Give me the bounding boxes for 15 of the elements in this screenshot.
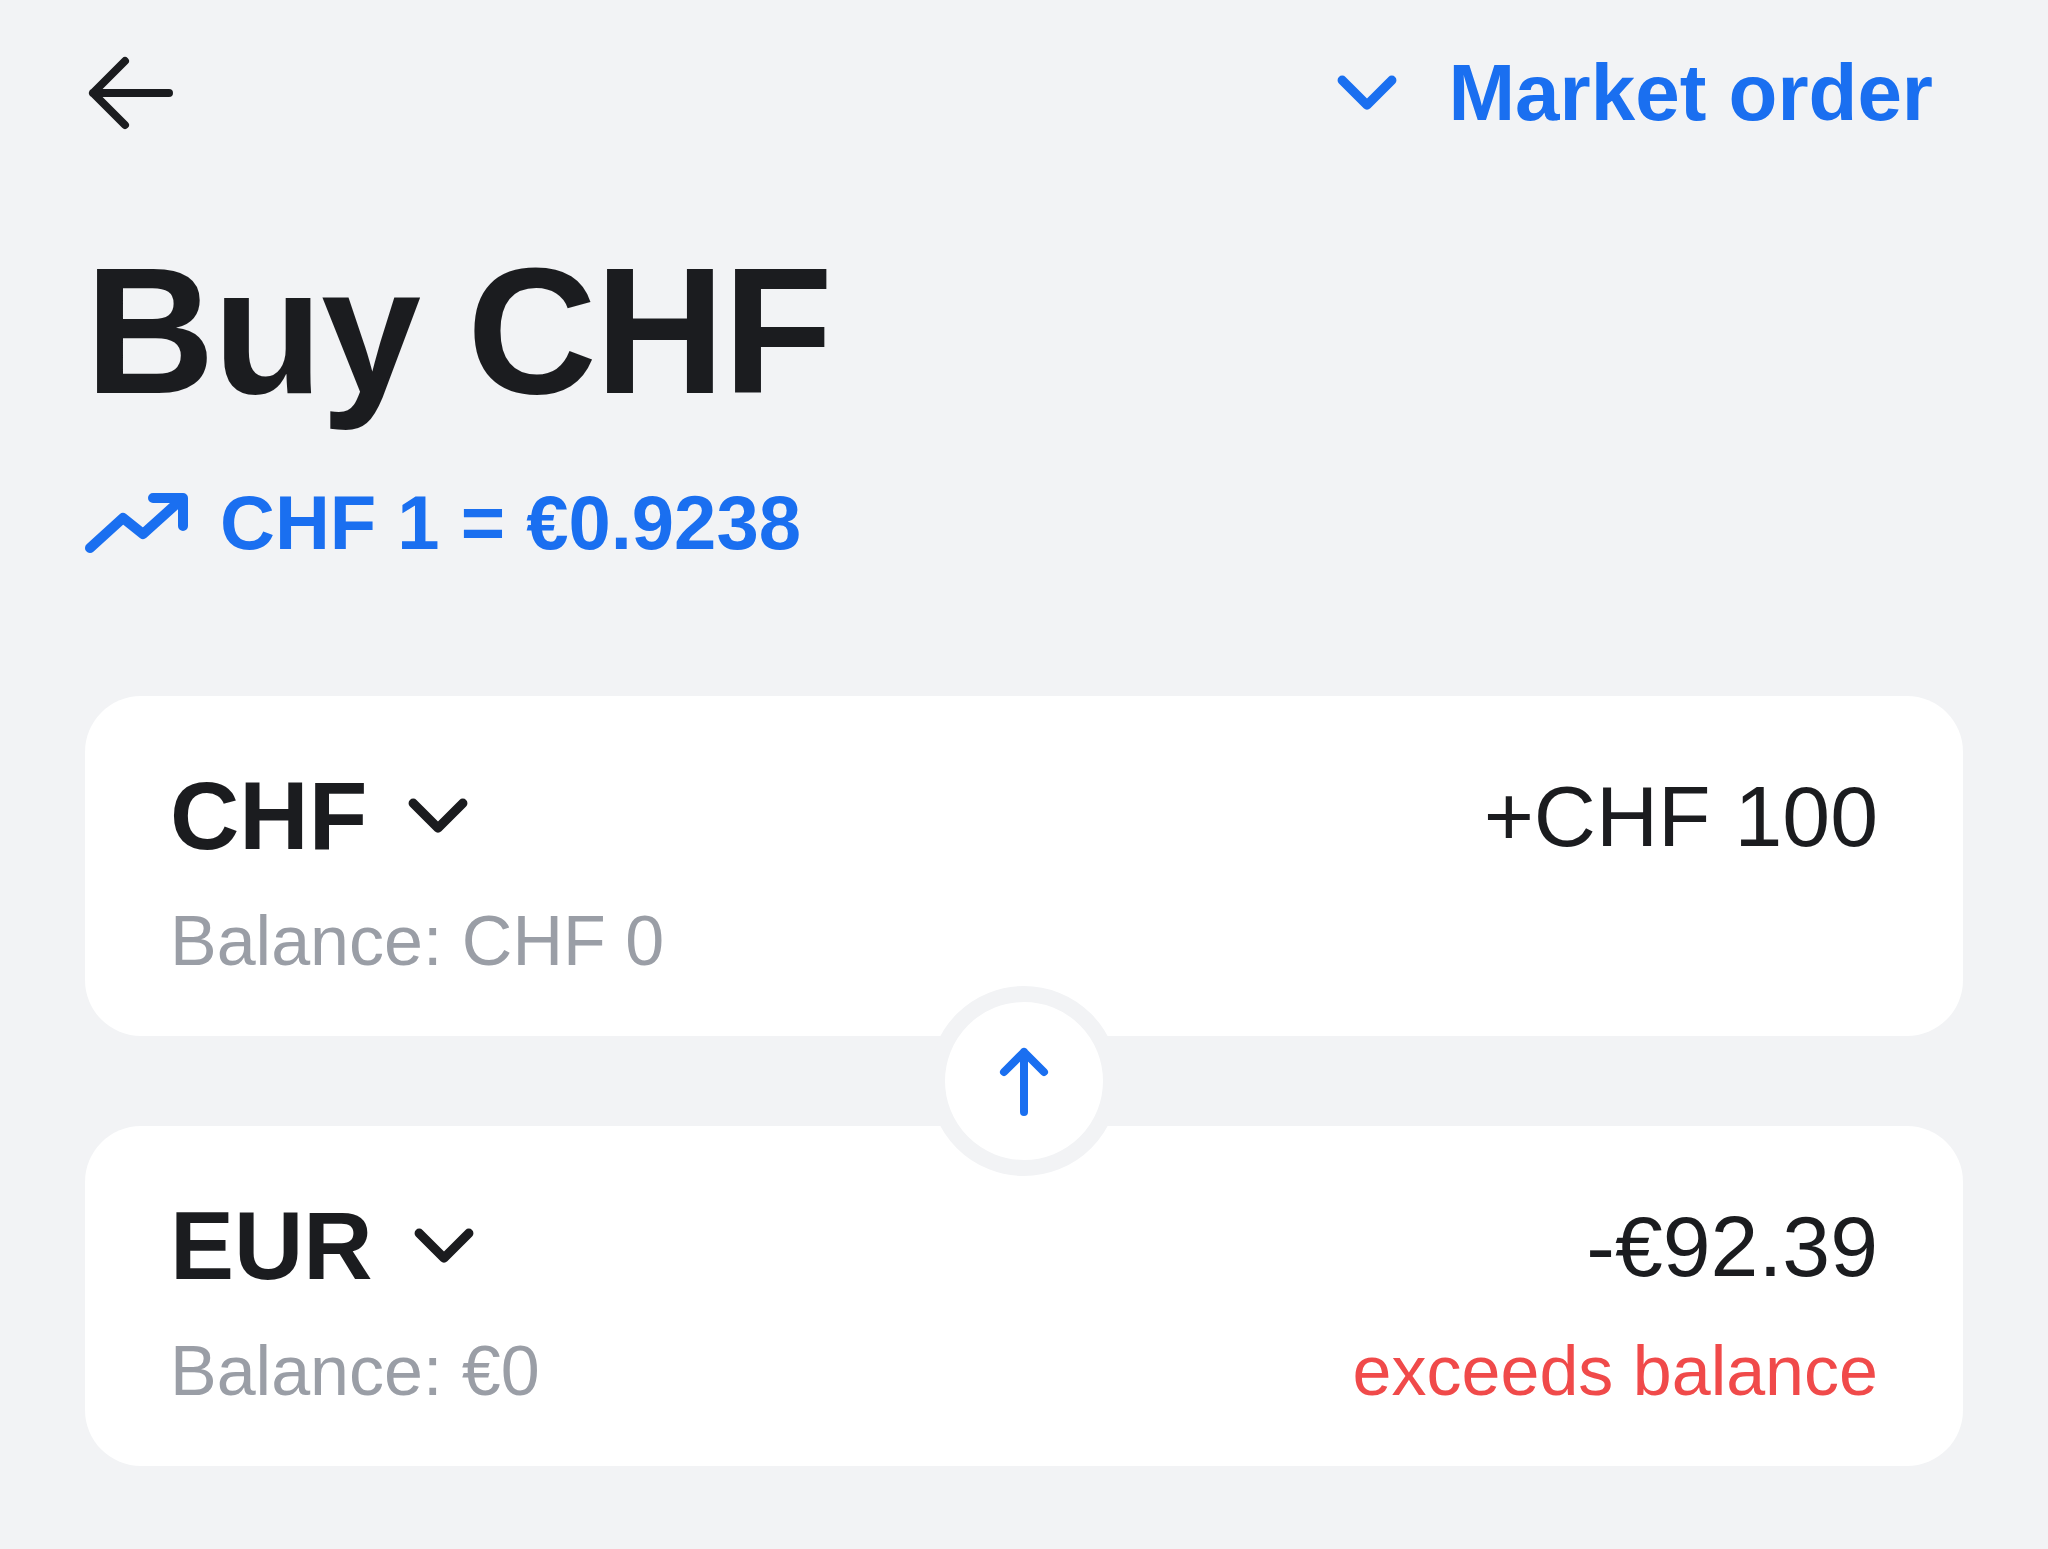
balance-text: Balance: €0 (170, 1331, 540, 1411)
amount-value: -€92.39 (1586, 1196, 1878, 1296)
order-type-dropdown[interactable]: Market order (1336, 46, 1933, 139)
currency-selector[interactable]: CHF (170, 761, 470, 871)
chevron-down-icon (412, 1227, 475, 1265)
chevron-down-icon (407, 797, 470, 835)
page-title: Buy CHF (85, 229, 832, 433)
amount-value: +CHF 100 (1483, 766, 1878, 866)
chevron-down-icon (1336, 73, 1399, 112)
trending-up-icon (85, 490, 190, 555)
arrow-up-icon (999, 1046, 1049, 1116)
exchange-rate: CHF 1 = €0.9238 (220, 479, 801, 566)
currency-selector[interactable]: EUR (170, 1191, 475, 1301)
balance-text: Balance: CHF 0 (170, 901, 665, 981)
warning-text: exceeds balance (1352, 1331, 1878, 1411)
